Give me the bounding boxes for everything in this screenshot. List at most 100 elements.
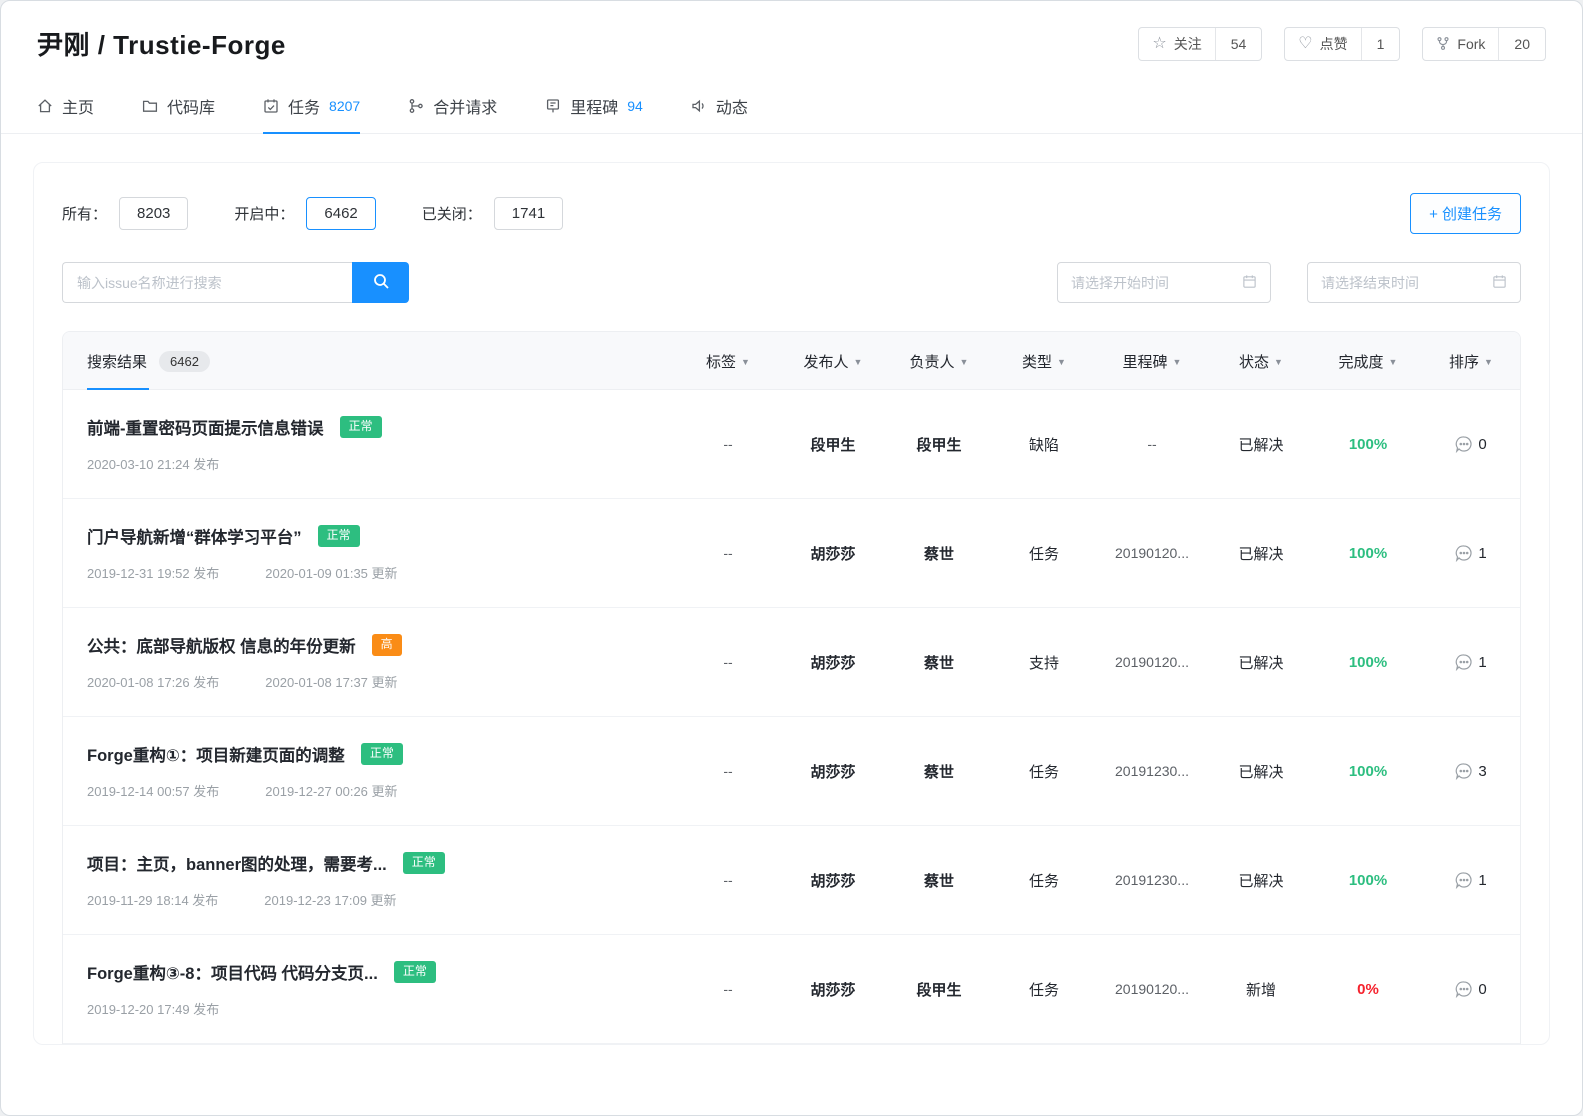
issue-title[interactable]: Forge重构①：项目新建页面的调整 — [87, 742, 345, 766]
status-cell: 已解决 — [1208, 652, 1314, 673]
published-date: 2019-12-20 17:49 发布 — [87, 999, 219, 1018]
follow-count[interactable]: 54 — [1215, 28, 1262, 60]
filter-open-count[interactable]: 6462 — [306, 197, 375, 230]
publisher-cell[interactable]: 胡莎莎 — [780, 543, 886, 564]
assignee-cell[interactable]: 段甲生 — [886, 434, 992, 455]
column-header-assignee[interactable]: 负责人▼ — [886, 351, 992, 372]
filter-closed-count[interactable]: 1741 — [494, 197, 563, 230]
publisher-cell[interactable]: 胡莎莎 — [780, 870, 886, 891]
comments-cell[interactable]: 1 — [1422, 653, 1520, 671]
filter-all-count[interactable]: 8203 — [119, 197, 188, 230]
issue-title-cell: 项目：主页，banner图的处理，需要考... 正常 2019-11-29 18… — [63, 851, 676, 909]
publisher-cell[interactable]: 胡莎莎 — [780, 652, 886, 673]
issue-title-cell: 公共：底部导航版权 信息的年份更新 高 2020-01-08 17:26 发布 … — [63, 633, 676, 691]
assignee-cell[interactable]: 蔡世 — [886, 543, 992, 564]
tab-milestones-count: 94 — [627, 98, 643, 114]
tag-cell: -- — [676, 981, 780, 997]
issue-row: 公共：底部导航版权 信息的年份更新 高 2020-01-08 17:26 发布 … — [63, 608, 1520, 717]
type-cell: 任务 — [992, 979, 1096, 1000]
filter-all-label: 所有： — [62, 203, 107, 224]
publisher-cell[interactable]: 胡莎莎 — [780, 979, 886, 1000]
published-date: 2020-03-10 21:24 发布 — [87, 454, 219, 473]
end-date-picker[interactable]: 请选择结束时间 — [1307, 262, 1521, 303]
tab-tasks[interactable]: 任务 8207 — [263, 78, 360, 133]
publisher-cell[interactable]: 段甲生 — [780, 434, 886, 455]
page-header: 尹刚 / Trustie-Forge ☆ 关注 54 ♡ 点赞 1 — [1, 1, 1582, 78]
column-header-milestone[interactable]: 里程碑▼ — [1096, 351, 1208, 372]
issue-title[interactable]: 门户导航新增“群体学习平台” — [87, 524, 302, 548]
comments-cell[interactable]: 1 — [1422, 544, 1520, 562]
published-date: 2020-01-08 17:26 发布 — [87, 672, 219, 691]
tag-cell: -- — [676, 763, 780, 779]
comments-cell[interactable]: 1 — [1422, 871, 1520, 889]
milestone-cell: -- — [1096, 436, 1208, 452]
caret-down-icon: ▼ — [741, 357, 750, 367]
page-title: 尹刚 / Trustie-Forge — [37, 25, 286, 62]
filter-open-label: 开启中： — [234, 203, 294, 224]
end-date-placeholder: 请选择结束时间 — [1321, 273, 1419, 293]
tag-cell: -- — [676, 545, 780, 561]
comments-cell[interactable]: 0 — [1422, 435, 1520, 453]
issue-title[interactable]: 项目：主页，banner图的处理，需要考... — [87, 851, 387, 875]
caret-down-icon: ▼ — [854, 357, 863, 367]
tab-home[interactable]: 主页 — [37, 78, 94, 133]
comments-cell[interactable]: 3 — [1422, 762, 1520, 780]
publisher-cell[interactable]: 胡莎莎 — [780, 761, 886, 782]
issue-title[interactable]: 公共：底部导航版权 信息的年份更新 — [87, 633, 356, 657]
column-header-publisher[interactable]: 发布人▼ — [780, 351, 886, 372]
assignee-cell[interactable]: 蔡世 — [886, 870, 992, 891]
comment-icon — [1455, 980, 1473, 998]
assignee-cell[interactable]: 段甲生 — [886, 979, 992, 1000]
tab-merge-requests[interactable]: 合并请求 — [408, 78, 497, 133]
like-button[interactable]: ♡ 点赞 1 — [1284, 27, 1400, 61]
tab-repository[interactable]: 代码库 — [142, 78, 215, 133]
completion-cell: 100% — [1314, 763, 1422, 780]
issue-title[interactable]: 前端-重置密码页面提示信息错误 — [87, 415, 324, 439]
start-date-picker[interactable]: 请选择开始时间 — [1057, 262, 1271, 303]
priority-badge: 高 — [372, 634, 402, 656]
caret-down-icon: ▼ — [1484, 357, 1493, 367]
search-icon — [372, 272, 390, 293]
search-button[interactable] — [352, 262, 409, 303]
milestone-cell: 20190120... — [1096, 654, 1208, 670]
fork-count[interactable]: 20 — [1498, 28, 1545, 60]
search-input[interactable] — [62, 262, 352, 303]
issue-row: Forge重构③-8：项目代码 代码分支页... 正常 2019-12-20 1… — [63, 935, 1520, 1044]
status-cell: 已解决 — [1208, 543, 1314, 564]
star-icon: ☆ — [1152, 36, 1166, 52]
task-icon — [263, 98, 279, 114]
like-count[interactable]: 1 — [1361, 28, 1400, 60]
issue-title-cell: Forge重构①：项目新建页面的调整 正常 2019-12-14 00:57 发… — [63, 742, 676, 800]
fork-label: Fork — [1457, 36, 1485, 52]
status-cell: 新增 — [1208, 979, 1314, 1000]
type-cell: 任务 — [992, 761, 1096, 782]
start-date-placeholder: 请选择开始时间 — [1071, 273, 1169, 293]
follow-button[interactable]: ☆ 关注 54 — [1138, 27, 1262, 61]
column-header-status[interactable]: 状态▼ — [1208, 351, 1314, 372]
issue-title-cell: 前端-重置密码页面提示信息错误 正常 2020-03-10 21:24 发布 — [63, 415, 676, 473]
issue-title[interactable]: Forge重构③-8：项目代码 代码分支页... — [87, 960, 378, 984]
comment-count: 3 — [1478, 763, 1486, 780]
column-header-sort[interactable]: 排序▼ — [1422, 351, 1520, 372]
comments-cell[interactable]: 0 — [1422, 980, 1520, 998]
column-header-type[interactable]: 类型▼ — [992, 351, 1096, 372]
tab-activity[interactable]: 动态 — [691, 78, 748, 133]
caret-down-icon: ▼ — [960, 357, 969, 367]
comment-count: 1 — [1478, 872, 1486, 889]
column-header-completion[interactable]: 完成度▼ — [1314, 351, 1422, 372]
column-header-tag[interactable]: 标签▼ — [676, 351, 780, 372]
assignee-cell[interactable]: 蔡世 — [886, 761, 992, 782]
assignee-cell[interactable]: 蔡世 — [886, 652, 992, 673]
issue-row: 项目：主页，banner图的处理，需要考... 正常 2019-11-29 18… — [63, 826, 1520, 935]
content-card: 所有： 8203 开启中： 6462 已关闭： 1741 + 创建任务 请选择开… — [33, 162, 1550, 1045]
tab-milestones[interactable]: 里程碑 94 — [545, 78, 643, 133]
issue-row: Forge重构①：项目新建页面的调整 正常 2019-12-14 00:57 发… — [63, 717, 1520, 826]
milestone-cell: 20191230... — [1096, 763, 1208, 779]
fork-button[interactable]: Fork 20 — [1422, 27, 1546, 61]
comment-icon — [1455, 762, 1473, 780]
tab-repository-label: 代码库 — [167, 94, 215, 118]
create-task-button[interactable]: + 创建任务 — [1410, 193, 1521, 234]
status-cell: 已解决 — [1208, 870, 1314, 891]
tab-search-results[interactable]: 搜索结果 6462 — [63, 332, 676, 390]
merge-icon — [408, 98, 424, 114]
